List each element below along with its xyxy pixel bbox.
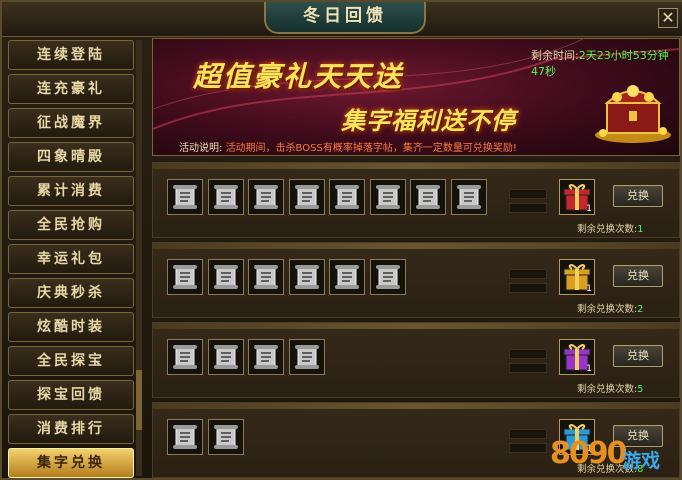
character-scroll-slot[interactable] [167,339,203,375]
character-scroll-slot[interactable] [369,179,406,215]
description-label: 活动说明: [179,143,223,154]
reward-quantity: 1 [586,284,592,294]
remaining-label: 剩余兑换次数: [577,384,638,395]
character-scroll-slot[interactable] [207,419,244,455]
exchange-row: 1 兑换 剩余兑换次数:1 [152,162,680,238]
countdown: 剩余时间:2天23小时53分钟47秒 [531,47,679,79]
sidebar-item[interactable]: 征战魔界 [8,108,134,138]
description-text: 活动期间，击杀BOSS有概率掉落字帖，集齐一定数量可兑换奖励! [225,143,517,154]
arrow-bar [509,349,547,359]
sidebar-item[interactable]: 累计消费 [8,176,134,206]
row-divider [153,163,679,169]
event-description: 活动说明: 活动期间，击杀BOSS有概率掉落字帖，集齐一定数量可兑换奖励! [179,139,517,154]
exchange-button[interactable]: 兑换 [613,265,663,287]
character-scroll-slot[interactable] [167,259,203,295]
arrow-bar [509,429,547,439]
banner-subtitle: 集字福利送不停 [341,106,516,135]
exchange-row: 1 兑换剩余兑换次数:5 [152,322,680,398]
arrow-bar [509,283,547,293]
remaining-count: 2 [637,304,644,315]
character-scroll-slot[interactable] [329,179,365,215]
main-panel: 超值豪礼天天送 集字福利送不停 剩余时间:2天23小时53分钟47秒 活动说明:… [150,38,682,480]
character-scroll-slot[interactable] [248,339,284,375]
banner-title: 超值豪礼天天送 [193,60,404,93]
character-scroll-slot[interactable] [167,419,203,455]
reward-quantity: 1 [586,204,592,214]
reward-quantity: 1 [586,364,592,374]
treasure-chest-icon [595,85,671,143]
watermark-number: 8090 [550,436,627,471]
sidebar-item[interactable]: 连续登陆 [8,40,134,70]
character-scroll-slot[interactable] [288,339,325,375]
character-scroll-slot[interactable] [207,179,244,215]
character-scroll-slot[interactable] [450,179,487,215]
character-scroll-slot[interactable] [288,179,325,215]
character-scroll-slot[interactable] [288,259,325,295]
exchange-row: 1 兑换剩余兑换次数:2 [152,242,680,318]
sidebar-item[interactable]: 炫酷时装 [8,312,134,342]
row-divider [153,323,679,329]
arrow-bar [509,363,547,373]
remaining-count: 1 [637,224,644,235]
sidebar-item[interactable]: 全民探宝 [8,346,134,376]
remaining-label: 剩余兑换次数: [577,304,638,315]
sidebar-scroll-thumb[interactable] [136,370,142,430]
sidebar-item[interactable]: 消费排行 [8,414,134,444]
row-divider [153,243,679,249]
sidebar-item[interactable]: 集字兑换 [8,448,134,478]
character-scroll-slot[interactable] [329,259,365,295]
remaining-label: 剩余兑换次数: [577,224,638,235]
character-scroll-slot[interactable] [410,179,446,215]
window-title: 冬日回馈 [264,2,426,34]
window-frame: 冬日回馈 ✕ 连续登陆连充豪礼征战魔界四象晴殿累计消费全民抢购幸运礼包庆典秒杀炫… [0,0,682,480]
countdown-label: 剩余时间: [531,49,579,62]
character-scroll-slot[interactable] [248,179,284,215]
character-scroll-slot[interactable] [207,339,244,375]
sidebar: 连续登陆连充豪礼征战魔界四象晴殿累计消费全民抢购幸运礼包庆典秒杀炫酷时装全民探宝… [6,38,138,478]
arrow-bar [509,189,547,199]
character-scroll-slot[interactable] [167,179,203,215]
event-banner: 超值豪礼天天送 集字福利送不停 剩余时间:2天23小时53分钟47秒 活动说明:… [152,38,680,156]
site-watermark: 8090 游戏 [550,420,680,478]
sidebar-item[interactable]: 四象晴殿 [8,142,134,172]
exchange-button[interactable]: 兑换 [613,185,663,207]
remaining-exchanges: 剩余兑换次数:5 [577,381,643,395]
reward-slot[interactable]: 1 [559,339,595,375]
exchange-button[interactable]: 兑换 [613,345,663,367]
sidebar-item[interactable]: 庆典秒杀 [8,278,134,308]
sidebar-scrollbar[interactable] [136,40,142,476]
reward-slot[interactable]: 1 [559,259,595,295]
arrow-bar [509,443,547,453]
remaining-exchanges: 剩余兑换次数:2 [577,301,643,315]
arrow-bar [509,203,547,213]
character-scroll-slot[interactable] [207,259,244,295]
sidebar-item[interactable]: 连充豪礼 [8,74,134,104]
sidebar-item[interactable]: 探宝回馈 [8,380,134,410]
title-bar: 冬日回馈 ✕ [2,2,682,37]
sidebar-item[interactable]: 全民抢购 [8,210,134,240]
row-divider [153,403,679,409]
remaining-exchanges: 剩余兑换次数:1 [577,221,643,235]
remaining-count: 5 [637,384,644,395]
watermark-text: 游戏 [622,450,661,472]
close-button[interactable]: ✕ [658,8,678,28]
arrow-bar [509,269,547,279]
sidebar-item[interactable]: 幸运礼包 [8,244,134,274]
character-scroll-slot[interactable] [369,259,406,295]
reward-slot[interactable]: 1 [559,179,595,215]
character-scroll-slot[interactable] [248,259,284,295]
